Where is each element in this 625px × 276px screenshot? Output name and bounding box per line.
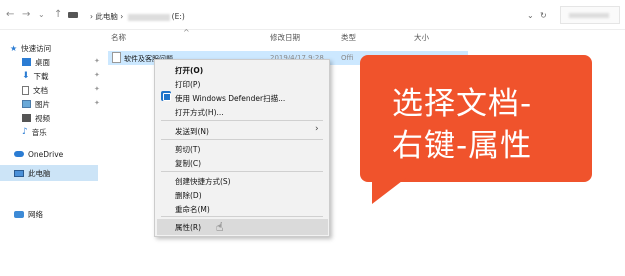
sidebar-item-network[interactable]: 网络 bbox=[14, 208, 43, 220]
menu-item-properties[interactable]: 属性(R) bbox=[175, 222, 201, 233]
address-dropdown-icon[interactable]: ⌄ bbox=[527, 11, 534, 20]
recent-locations-icon[interactable]: ⌄ bbox=[38, 10, 45, 20]
picture-icon bbox=[22, 100, 31, 108]
cloud-icon bbox=[14, 151, 24, 157]
breadcrumb-separator: › bbox=[90, 12, 93, 21]
download-icon: ⬇ bbox=[22, 71, 30, 81]
menu-separator bbox=[161, 171, 323, 172]
pc-icon bbox=[68, 12, 78, 18]
hand-cursor-icon: ☝ bbox=[216, 220, 224, 234]
sidebar-item-label: 文档 bbox=[33, 85, 48, 95]
menu-separator bbox=[161, 139, 323, 140]
breadcrumb-this-pc[interactable]: 此电脑 bbox=[95, 12, 118, 21]
menu-item-send-to[interactable]: 发送到(N) bbox=[175, 126, 209, 137]
pin-icon[interactable]: ✦ bbox=[94, 71, 100, 79]
star-icon: ★ bbox=[10, 43, 18, 53]
desktop-icon bbox=[22, 58, 31, 66]
sidebar-item-label: 视频 bbox=[35, 113, 50, 123]
breadcrumb[interactable]: › 此电脑 › (E:) bbox=[90, 11, 185, 22]
address-bar-row: ← → ⌄ ↑ › 此电脑 › (E:) ⌄ ↻ bbox=[0, 0, 625, 30]
sidebar-item-this-pc[interactable]: 此电脑 bbox=[14, 167, 51, 179]
menu-separator bbox=[161, 216, 323, 217]
document-icon bbox=[22, 85, 29, 95]
sidebar-item-music[interactable]: ♪ 音乐 bbox=[22, 126, 47, 138]
defender-shield-icon bbox=[161, 91, 171, 101]
blurred-drive-label bbox=[127, 13, 170, 21]
sidebar-item-documents[interactable]: 文档 ✦ bbox=[22, 84, 100, 96]
sidebar-item-downloads[interactable]: ⬇ 下载 ✦ bbox=[22, 70, 100, 82]
callout-tail bbox=[372, 178, 406, 204]
sidebar-item-label: 下载 bbox=[33, 71, 49, 81]
sidebar-item-label: 桌面 bbox=[35, 57, 50, 67]
menu-separator bbox=[161, 120, 323, 121]
navigation-pane: ★ 快速访问 桌面 ✦ ⬇ 下载 ✦ 文档 ✦ 图片 ✦ 视频 ♪ 音乐 One… bbox=[0, 30, 105, 276]
sidebar-item-label: 图片 bbox=[35, 99, 50, 109]
up-icon[interactable]: ↑ bbox=[54, 10, 62, 20]
refresh-icon[interactable]: ↻ bbox=[540, 11, 547, 20]
pin-icon[interactable]: ✦ bbox=[94, 57, 100, 65]
menu-item-open[interactable]: 打开(O) bbox=[175, 65, 203, 76]
menu-item-print[interactable]: 打印(P) bbox=[175, 79, 200, 90]
column-header-size[interactable]: 大小 bbox=[414, 32, 429, 43]
pin-icon[interactable]: ✦ bbox=[94, 99, 100, 107]
callout-text-line-1: 选择文档- bbox=[392, 86, 533, 122]
sidebar-item-label: 此电脑 bbox=[28, 168, 51, 178]
pin-icon[interactable]: ✦ bbox=[94, 85, 100, 93]
context-menu: 打开(O) 打印(P) 使用 Windows Defender扫描... 打开方… bbox=[154, 59, 330, 237]
menu-item-open-with[interactable]: 打开方式(H)... bbox=[175, 107, 224, 118]
breadcrumb-drive[interactable]: (E:) bbox=[172, 12, 185, 21]
column-header-type[interactable]: 类型 bbox=[341, 32, 356, 43]
sidebar-item-videos[interactable]: 视频 bbox=[22, 112, 50, 124]
music-icon: ♪ bbox=[22, 127, 28, 137]
sidebar-item-quick-access[interactable]: ★ 快速访问 bbox=[10, 42, 51, 54]
breadcrumb-separator: › bbox=[120, 12, 124, 21]
menu-item-create-shortcut[interactable]: 创建快捷方式(S) bbox=[175, 176, 231, 187]
video-icon bbox=[22, 114, 31, 122]
sidebar-item-label: OneDrive bbox=[28, 149, 64, 159]
blurred-search-text bbox=[569, 13, 609, 18]
sidebar-item-pictures[interactable]: 图片 ✦ bbox=[22, 98, 100, 110]
sidebar-item-desktop[interactable]: 桌面 ✦ bbox=[22, 56, 100, 68]
forward-icon[interactable]: → bbox=[22, 10, 30, 20]
menu-item-delete[interactable]: 删除(D) bbox=[175, 190, 202, 201]
menu-item-cut[interactable]: 剪切(T) bbox=[175, 144, 200, 155]
sidebar-item-label: 音乐 bbox=[31, 127, 47, 137]
sort-caret-icon: ^ bbox=[183, 28, 190, 37]
computer-icon bbox=[14, 169, 24, 177]
sidebar-item-onedrive[interactable]: OneDrive bbox=[14, 148, 63, 160]
submenu-arrow-icon: › bbox=[315, 124, 319, 134]
sidebar-item-label: 网络 bbox=[28, 209, 43, 219]
network-icon bbox=[14, 210, 24, 218]
column-header-date[interactable]: 修改日期 bbox=[270, 32, 300, 43]
callout-text-line-2: 右键-属性 bbox=[392, 128, 533, 164]
sidebar-item-label: 快速访问 bbox=[21, 43, 52, 53]
menu-item-copy[interactable]: 复制(C) bbox=[175, 158, 201, 169]
file-type: Offi bbox=[341, 54, 354, 62]
back-icon[interactable]: ← bbox=[6, 10, 14, 20]
column-header-name[interactable]: 名称 bbox=[111, 32, 126, 43]
word-document-icon bbox=[112, 52, 121, 63]
menu-item-defender-scan[interactable]: 使用 Windows Defender扫描... bbox=[175, 93, 285, 104]
menu-item-rename[interactable]: 重命名(M) bbox=[175, 204, 210, 215]
search-input[interactable] bbox=[560, 6, 620, 24]
